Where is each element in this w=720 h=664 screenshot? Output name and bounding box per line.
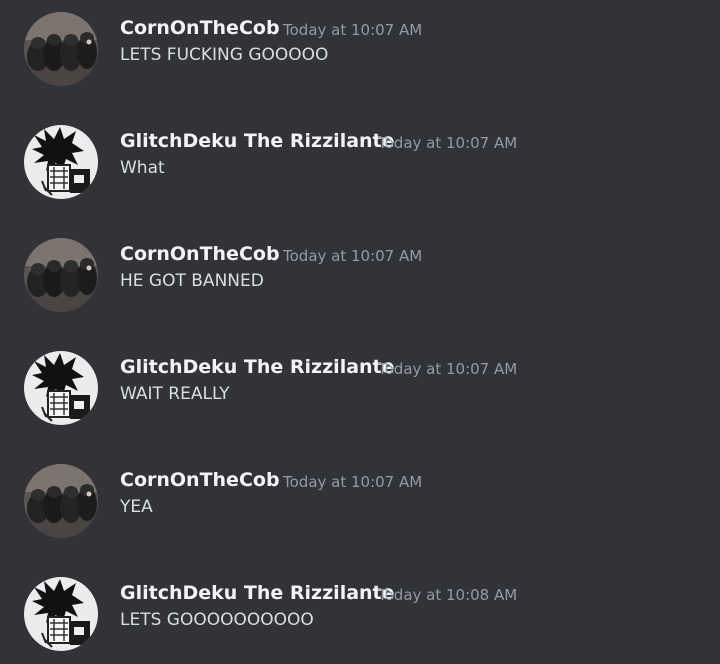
message-author[interactable]: GlitchDeku The Rizzilante [120, 355, 395, 379]
chat-message-list: CornOnTheCob Today at 10:07 AM LETS FUCK… [0, 0, 720, 664]
message-timestamp: Today at 10:07 AM [283, 247, 423, 265]
message-timestamp: Today at 10:08 AM [378, 586, 518, 604]
chat-message: CornOnTheCob Today at 10:07 AM YEA [0, 452, 720, 552]
message-author[interactable]: GlitchDeku The Rizzilante [120, 581, 395, 605]
puppies-avatar-icon[interactable] [24, 12, 98, 86]
message-text: WAIT REALLY [120, 384, 230, 404]
message-author[interactable]: CornOnTheCob [120, 468, 280, 492]
message-timestamp: Today at 10:07 AM [283, 473, 423, 491]
message-text: HE GOT BANNED [120, 271, 264, 291]
message-author[interactable]: CornOnTheCob [120, 242, 280, 266]
chat-message: CornOnTheCob Today at 10:07 AM HE GOT BA… [0, 226, 720, 326]
message-text: LETS GOOOOOOOOOO [120, 610, 314, 630]
chat-message: GlitchDeku The Rizzilante Today at 10:08… [0, 565, 720, 664]
anime-character-avatar-icon[interactable] [24, 125, 98, 199]
chat-message: CornOnTheCob Today at 10:07 AM LETS FUCK… [0, 0, 720, 100]
chat-message: GlitchDeku The Rizzilante Today at 10:07… [0, 113, 720, 213]
puppies-avatar-icon[interactable] [24, 464, 98, 538]
anime-character-avatar-icon[interactable] [24, 577, 98, 651]
message-timestamp: Today at 10:07 AM [378, 134, 518, 152]
message-author[interactable]: GlitchDeku The Rizzilante [120, 129, 395, 153]
message-text: What [120, 158, 165, 178]
message-text: YEA [120, 497, 153, 517]
message-timestamp: Today at 10:07 AM [378, 360, 518, 378]
chat-message: GlitchDeku The Rizzilante Today at 10:07… [0, 339, 720, 439]
message-author[interactable]: CornOnTheCob [120, 16, 280, 40]
puppies-avatar-icon[interactable] [24, 238, 98, 312]
anime-character-avatar-icon[interactable] [24, 351, 98, 425]
message-timestamp: Today at 10:07 AM [283, 21, 423, 39]
message-text: LETS FUCKING GOOOOO [120, 45, 329, 65]
